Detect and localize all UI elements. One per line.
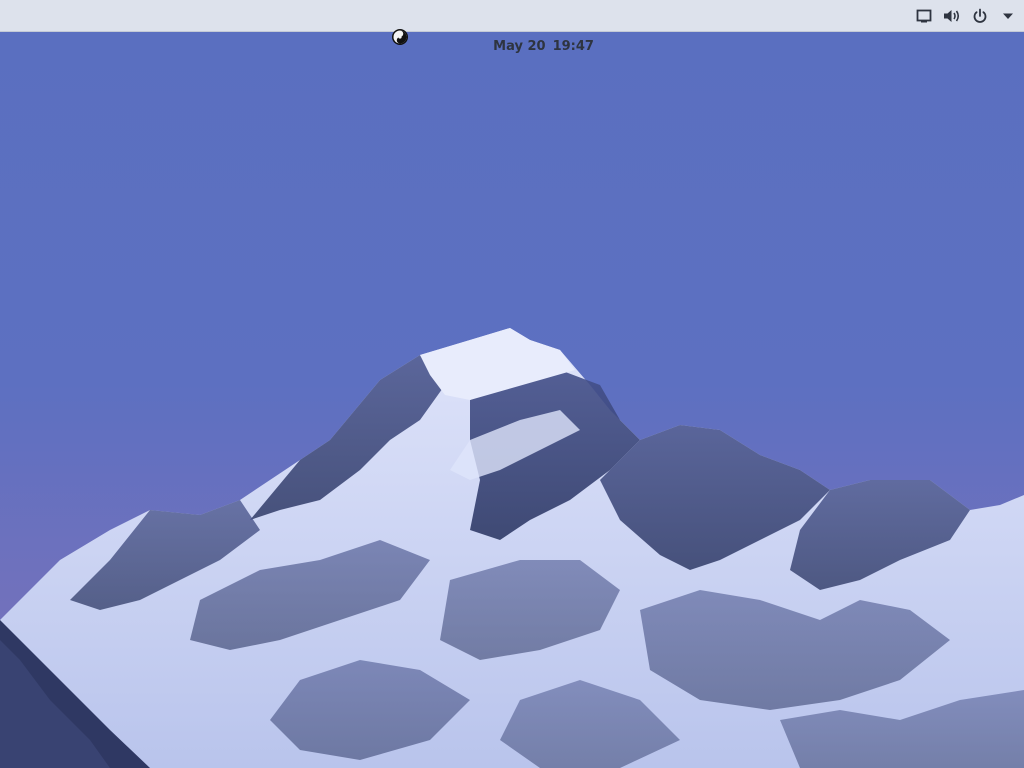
wallpaper-mountain xyxy=(0,0,1024,768)
busy-cursor-icon xyxy=(392,29,408,45)
top-bar: May 20 19:47 xyxy=(0,0,1024,54)
system-tray[interactable] xyxy=(906,0,1018,31)
menu-arrow-icon[interactable] xyxy=(998,6,1018,26)
screen-icon[interactable] xyxy=(914,6,934,26)
volume-icon[interactable] xyxy=(942,6,962,26)
power-icon[interactable] xyxy=(970,6,990,26)
clock-button[interactable]: May 20 19:47 xyxy=(462,0,598,54)
time-label: 19:47 xyxy=(552,39,594,54)
desktop: May 20 19:47 xyxy=(0,0,1024,768)
date-label: May 20 xyxy=(493,39,546,54)
